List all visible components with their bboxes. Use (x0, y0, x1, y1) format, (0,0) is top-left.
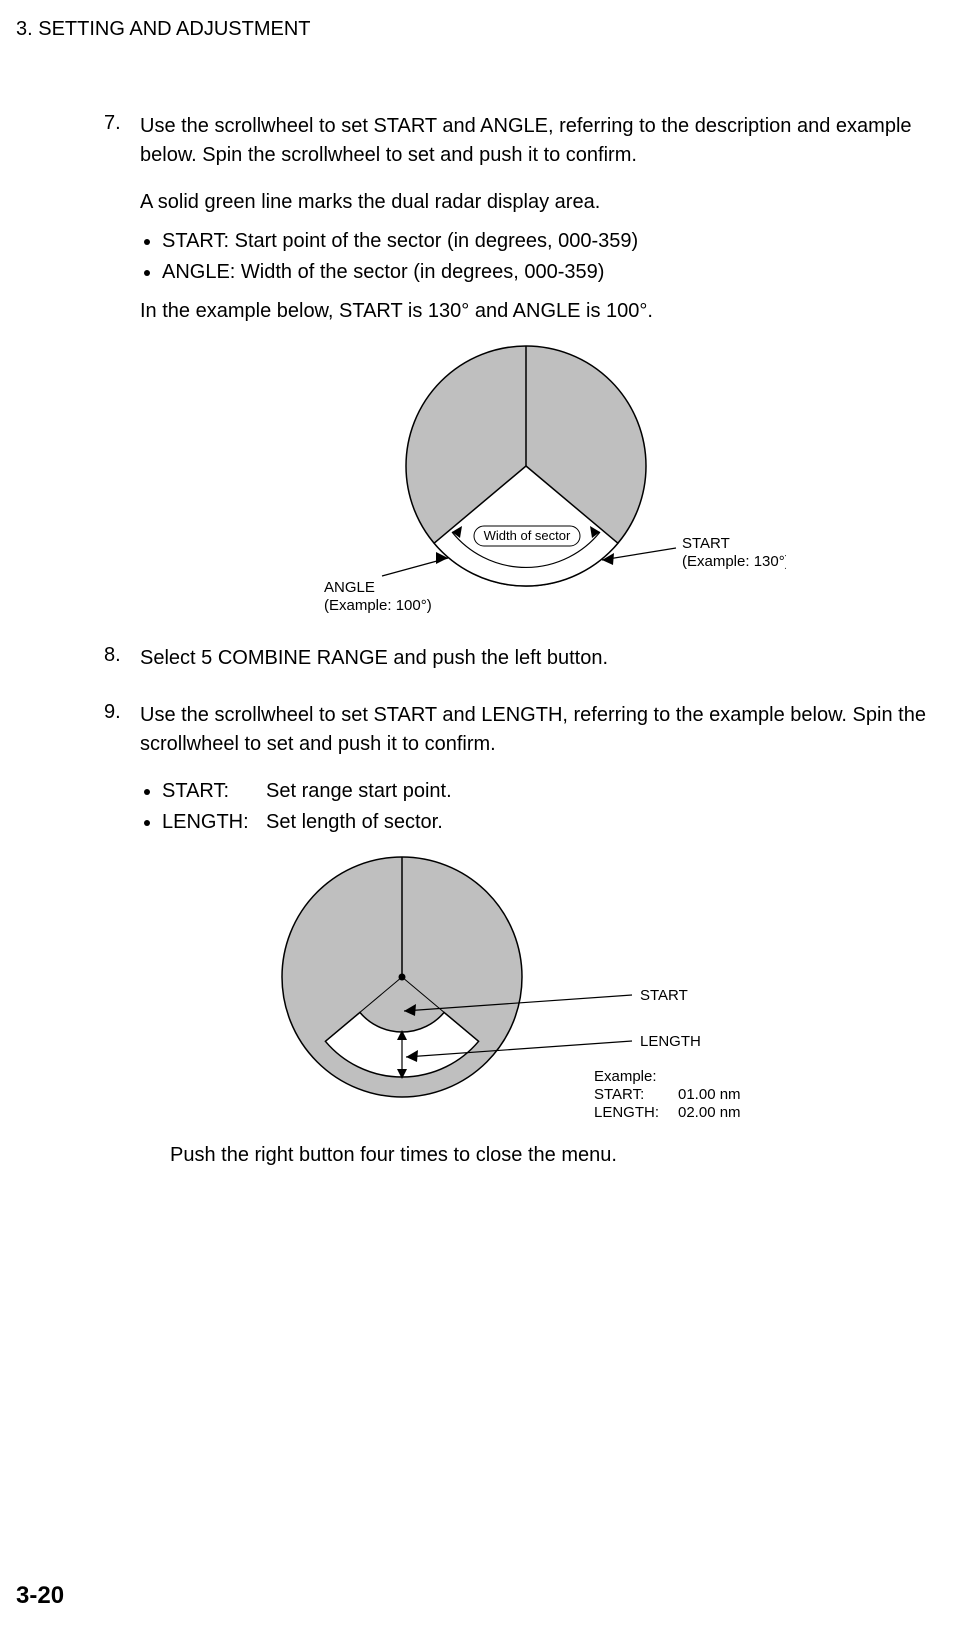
step-8: 8. Select 5 COMBINE RANGE and push the l… (104, 644, 948, 683)
step9-body: Use the scrollwheel to set START and LEN… (140, 701, 948, 769)
diagram-sector-range: START LENGTH Example: START: 01.00 nm LE… (232, 847, 792, 1133)
step-body: Use the scrollwheel to set START and ANG… (140, 112, 948, 180)
dia1-angle-example: (Example: 100°) (324, 597, 432, 614)
dia2-ex-length-val: 02.00 nm (678, 1104, 741, 1121)
step-9: 9. Use the scrollwheel to set START and … (104, 701, 948, 769)
dia1-start-example: (Example: 130°) (682, 553, 786, 570)
dia2-ex-title: Example: (594, 1068, 657, 1085)
step9-b1-term: START: (162, 777, 266, 806)
step8-text: Select 5 COMBINE RANGE and push the left… (140, 644, 948, 673)
step9-line1: Use the scrollwheel to set START and LEN… (140, 701, 948, 759)
step7-line3: In the example below, START is 130° and … (140, 297, 948, 326)
dia2-ex-length-label: LENGTH: (594, 1104, 659, 1121)
step-number: 7. (104, 112, 140, 135)
step-number: 8. (104, 644, 140, 667)
section-header: 3. SETTING AND ADJUSTMENT (16, 18, 310, 41)
step7-line2: A solid green line marks the dual radar … (140, 188, 948, 217)
page-content: 7. Use the scrollwheel to set START and … (104, 112, 948, 1170)
step7-line1: Use the scrollwheel to set START and ANG… (140, 112, 948, 170)
dia2-length-label: LENGTH (640, 1033, 701, 1050)
step7-extra: A solid green line marks the dual radar … (140, 188, 948, 326)
dia2-ex-start-val: 01.00 nm (678, 1086, 741, 1103)
dia2-ex-start-label: START: (594, 1086, 644, 1103)
step-number: 9. (104, 701, 140, 724)
dia1-width-label: Width of sector (484, 528, 571, 543)
dia1-angle-label: ANGLE (324, 579, 375, 596)
step9-extra: START: Set range start point. LENGTH: Se… (140, 777, 948, 837)
dia2-start-label: START (640, 987, 688, 1004)
page-number: 3-20 (16, 1582, 64, 1610)
step9-b2-term: LENGTH: (162, 808, 266, 837)
step7-bullet2: ANGLE: Width of the sector (in degrees, … (162, 258, 948, 287)
closing-line: Push the right button four times to clos… (170, 1141, 948, 1170)
step-7: 7. Use the scrollwheel to set START and … (104, 112, 948, 180)
step9-b1-def: Set range start point. (266, 777, 948, 806)
step9-b2-def: Set length of sector. (266, 808, 948, 837)
step7-bullet1: START: Start point of the sector (in deg… (162, 227, 948, 256)
step9-bullet1: START: Set range start point. (162, 777, 948, 806)
step8-body: Select 5 COMBINE RANGE and push the left… (140, 644, 948, 683)
dia1-start-label: START (682, 535, 730, 552)
step9-bullet2: LENGTH: Set length of sector. (162, 808, 948, 837)
step9-bullets: START: Set range start point. LENGTH: Se… (162, 777, 948, 837)
step7-bullets: START: Start point of the sector (in deg… (162, 227, 948, 287)
diagram-sector-angle: Width of sector START (Example: 130°) AN… (266, 336, 786, 622)
